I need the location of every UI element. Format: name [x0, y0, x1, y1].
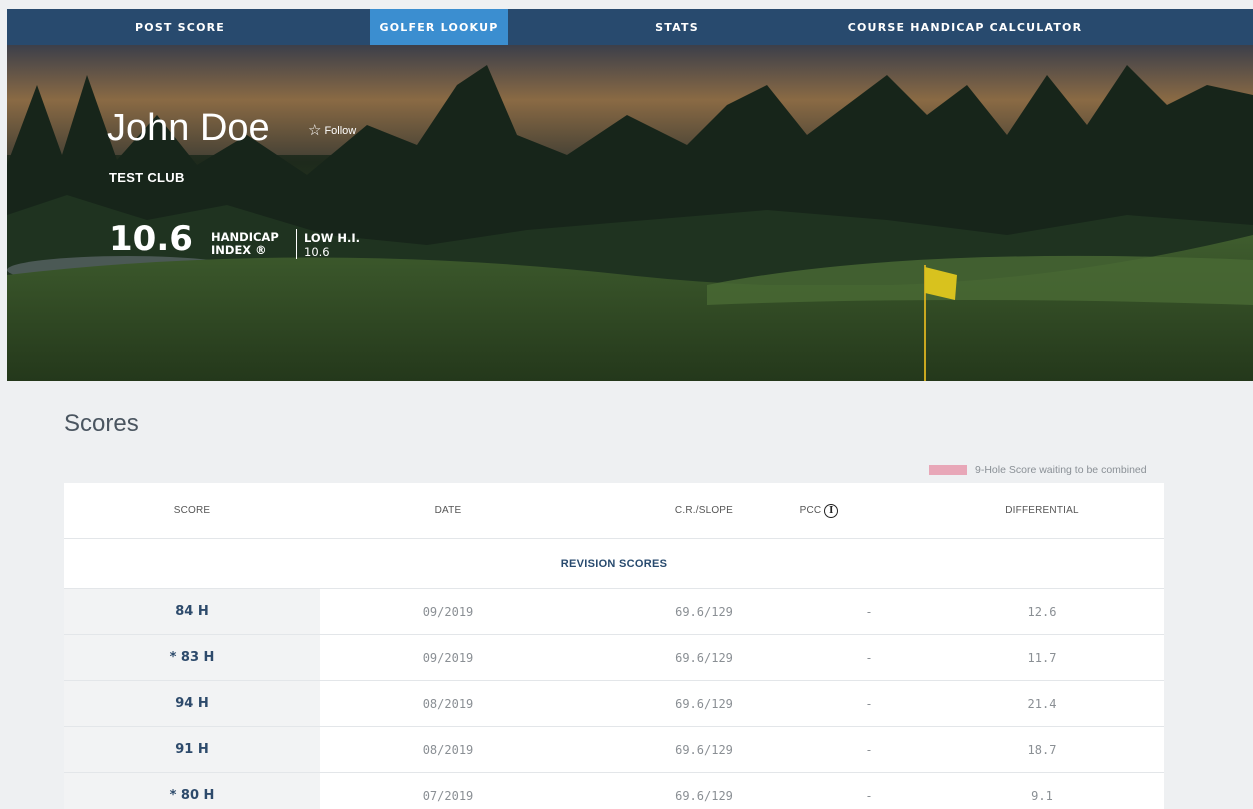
score-value[interactable]: * 80 H [64, 773, 320, 809]
score-value[interactable]: 84 H [64, 589, 320, 634]
column-pcc-label: PCC [799, 505, 822, 516]
cr-slope-value: 69.6/129 [675, 789, 733, 803]
handicap-label-line2: INDEX ® [211, 243, 267, 257]
handicap-index-label: HANDICAP INDEX ® [211, 231, 279, 257]
column-score: SCORE [173, 505, 211, 516]
info-circle-icon[interactable]: i [824, 503, 839, 518]
pcc-value: - [865, 697, 873, 711]
club-name: TEST CLUB [109, 170, 185, 185]
follow-label: Follow [324, 124, 357, 137]
low-hi-label: LOW H.I. [304, 231, 361, 245]
column-pcc: PCC i [769, 483, 869, 538]
date-value: 09/2019 [422, 651, 474, 665]
score-value[interactable]: * 83 H [64, 635, 320, 680]
date-value: 09/2019 [422, 605, 474, 619]
table-row[interactable]: * 83 H 09/2019 69.6/129 - 11.7 [64, 634, 1164, 680]
date-value: 07/2019 [422, 789, 474, 803]
pcc-value: - [865, 789, 873, 803]
pcc-value: - [865, 743, 873, 757]
differential-value: 21.4 [1027, 697, 1057, 711]
hero-banner: John Doe ☆ Follow TEST CLUB 10.6 HANDICA… [7, 45, 1253, 381]
scores-title: Scores [64, 410, 139, 437]
golfer-name: John Doe [107, 107, 270, 149]
table-row[interactable]: * 80 H 07/2019 69.6/129 - 9.1 [64, 772, 1164, 809]
date-value: 08/2019 [422, 697, 474, 711]
column-differential: DIFFERENTIAL [1005, 505, 1079, 516]
table-header: SCORE DATE C.R./SLOPE PCC i DIFFERENTIAL [64, 483, 1164, 538]
nav-golfer-lookup[interactable]: GOLFER LOOKUP [370, 9, 508, 45]
cr-slope-value: 69.6/129 [675, 605, 733, 619]
legend-swatch [929, 465, 967, 475]
legend-label: 9-Hole Score waiting to be combined [975, 464, 1147, 476]
low-hi-value: 10.6 [304, 245, 330, 259]
differential-value: 9.1 [1031, 789, 1053, 803]
table-row[interactable]: 91 H 08/2019 69.6/129 - 18.7 [64, 726, 1164, 772]
nav-course-handicap-calculator[interactable]: COURSE HANDICAP CALCULATOR [837, 9, 1093, 45]
differential-value: 11.7 [1027, 651, 1057, 665]
top-nav: POST SCORE GOLFER LOOKUP STATS COURSE HA… [7, 9, 1253, 45]
cr-slope-value: 69.6/129 [675, 743, 733, 757]
score-legend: 9-Hole Score waiting to be combined [929, 464, 1147, 476]
follow-button[interactable]: ☆ Follow [308, 123, 356, 138]
date-value: 08/2019 [422, 743, 474, 757]
table-row[interactable]: 94 H 08/2019 69.6/129 - 21.4 [64, 680, 1164, 726]
revision-scores-header: REVISION SCORES [64, 538, 1164, 588]
cr-slope-value: 69.6/129 [675, 651, 733, 665]
table-row[interactable]: 84 H 09/2019 69.6/129 - 12.6 [64, 588, 1164, 634]
pcc-value: - [865, 651, 873, 665]
golf-course-background [7, 45, 1253, 381]
nav-stats[interactable]: STATS [617, 9, 737, 45]
pcc-value: - [865, 605, 873, 619]
score-value[interactable]: 94 H [64, 681, 320, 726]
star-outline-icon: ☆ [308, 122, 322, 139]
handicap-index-value: 10.6 [109, 219, 193, 259]
score-value[interactable]: 91 H [64, 727, 320, 772]
differential-value: 18.7 [1027, 743, 1057, 757]
cr-slope-value: 69.6/129 [675, 697, 733, 711]
column-date: DATE [434, 505, 462, 516]
handicap-divider [296, 229, 297, 259]
scores-table: SCORE DATE C.R./SLOPE PCC i DIFFERENTIAL… [64, 483, 1164, 809]
nav-post-score[interactable]: POST SCORE [120, 9, 240, 45]
differential-value: 12.6 [1027, 605, 1057, 619]
